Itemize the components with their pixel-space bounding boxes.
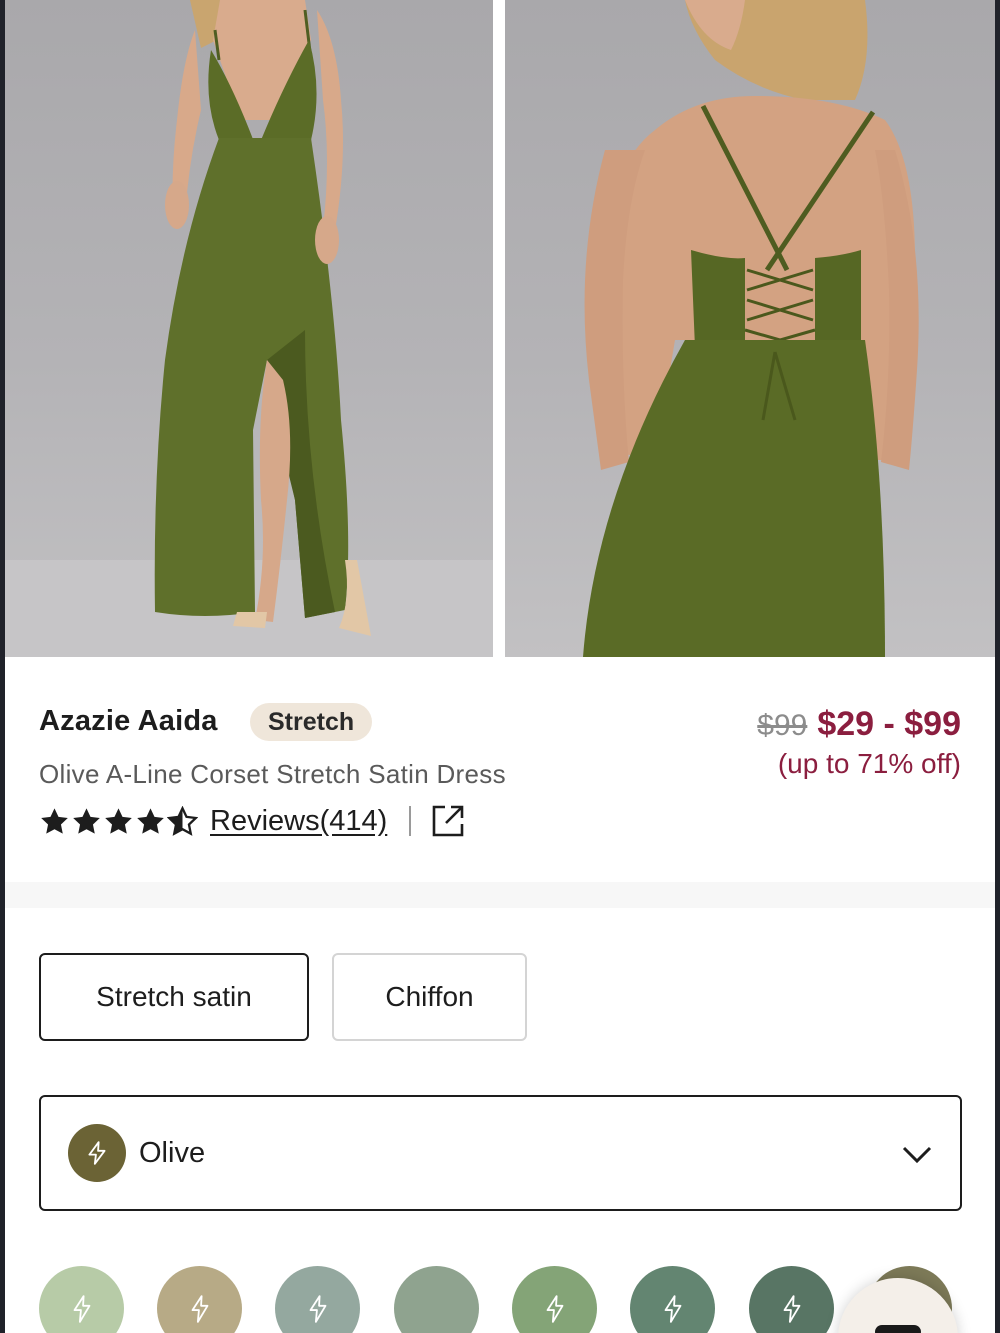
lightning-icon	[309, 1294, 326, 1323]
product-info: Azazie Aaida Stretch Olive A-Line Corset…	[5, 657, 995, 882]
selected-color-label: Olive	[139, 1136, 206, 1169]
section-divider	[5, 882, 995, 908]
lightning-icon	[191, 1294, 208, 1323]
product-options: Stretch satin Chiffon Olive	[5, 908, 995, 1333]
color-swatch[interactable]	[157, 1266, 242, 1333]
selected-color-swatch	[68, 1124, 126, 1182]
star-icon	[105, 807, 132, 834]
reviews-link[interactable]: Reviews(414)	[210, 805, 387, 838]
color-swatch[interactable]	[512, 1266, 597, 1333]
original-price: $99	[757, 709, 808, 742]
color-swatch-row	[39, 1266, 969, 1333]
star-rating	[39, 805, 198, 837]
product-image-gallery[interactable]	[5, 0, 995, 657]
product-brand: Azazie Aaida	[39, 705, 218, 737]
star-icon	[41, 807, 68, 834]
fabric-option-chiffon[interactable]: Chiffon	[332, 953, 527, 1041]
sale-price: $29 - $99	[817, 705, 961, 743]
lightning-icon	[88, 1141, 106, 1165]
dress-front-photo	[5, 0, 493, 657]
lightning-icon	[783, 1294, 800, 1323]
star-icon	[73, 807, 100, 834]
discount-text: (up to 71% off)	[777, 748, 961, 779]
lightning-icon	[546, 1294, 563, 1323]
color-swatch[interactable]	[749, 1266, 834, 1333]
chevron-down-icon[interactable]	[900, 1137, 934, 1171]
color-swatch[interactable]	[394, 1266, 479, 1333]
product-image-back[interactable]	[505, 0, 995, 657]
divider	[409, 806, 412, 836]
lightning-icon	[73, 1294, 90, 1323]
color-swatch[interactable]	[630, 1266, 715, 1333]
color-dropdown[interactable]: Olive	[39, 1095, 962, 1211]
rating-row: Reviews(414)	[39, 801, 465, 841]
stretch-badge: Stretch	[250, 703, 373, 741]
product-subtitle: Olive A-Line Corset Stretch Satin Dress	[39, 759, 506, 789]
external-link-icon[interactable]	[431, 804, 465, 838]
product-image-front[interactable]	[5, 0, 493, 657]
half-star-icon	[167, 805, 198, 836]
fabric-option-stretch-satin[interactable]: Stretch satin	[39, 953, 309, 1041]
color-swatch[interactable]	[275, 1266, 360, 1333]
star-icon	[137, 807, 164, 834]
chat-icon	[875, 1325, 921, 1333]
dress-back-photo	[583, 0, 919, 657]
color-swatch[interactable]	[39, 1266, 124, 1333]
screen-edge-right	[995, 0, 1000, 1333]
lightning-icon	[664, 1294, 681, 1323]
price-block: $99 $29 - $99 (up to 71% off)	[757, 705, 961, 780]
